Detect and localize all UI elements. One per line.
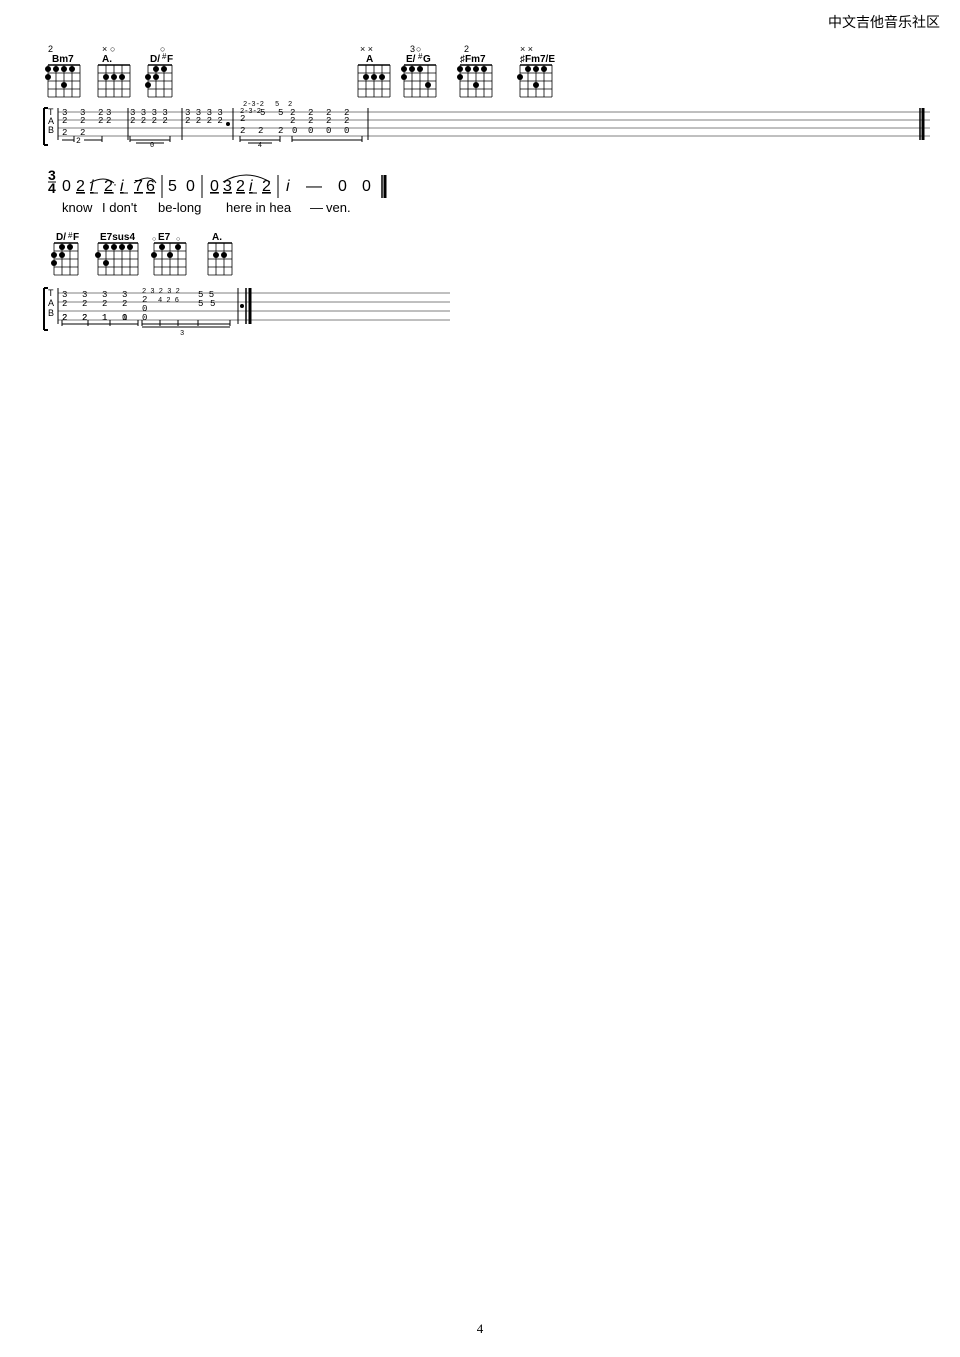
svg-text:○: ○	[176, 236, 180, 243]
svg-text:5: 5	[168, 178, 177, 195]
svg-text:2: 2	[240, 126, 245, 136]
svg-text:E7sus4: E7sus4	[100, 232, 135, 243]
svg-text:F: F	[167, 54, 173, 65]
svg-text:5: 5	[275, 101, 279, 109]
svg-text:5: 5	[198, 299, 203, 309]
svg-text:3: 3	[180, 330, 184, 338]
svg-text:○: ○	[110, 44, 115, 54]
svg-text:2: 2	[122, 299, 127, 309]
svg-text:A: A	[366, 54, 373, 65]
svg-text:2: 2	[80, 116, 85, 126]
svg-text:4: 4	[48, 180, 56, 196]
svg-text:2 2 2 2: 2 2 2 2	[185, 116, 223, 126]
svg-text:i: i	[120, 178, 124, 195]
svg-text:—: —	[310, 200, 323, 215]
svg-text:○: ○	[152, 236, 156, 243]
svg-text:B: B	[48, 125, 54, 135]
svg-text:·: ·	[113, 177, 117, 191]
svg-text:5: 5	[278, 108, 283, 118]
svg-text:× ×: × ×	[360, 44, 373, 54]
page-number-text: 4	[477, 1321, 484, 1336]
svg-text:—: —	[306, 178, 322, 195]
svg-text:0: 0	[210, 178, 219, 195]
svg-text:E/: E/	[406, 54, 416, 65]
svg-text:A: A	[48, 298, 54, 308]
svg-text:2 2 2 2: 2 2 2 2	[130, 116, 168, 126]
svg-text:i: i	[249, 178, 253, 195]
score-svg: 2 Bm7 × ○ A.	[30, 40, 930, 500]
svg-text:i: i	[286, 178, 290, 195]
svg-text:2: 2	[236, 178, 245, 195]
svg-text:0: 0	[308, 126, 313, 136]
svg-text:2: 2	[82, 313, 87, 323]
svg-text:2: 2	[106, 116, 111, 126]
svg-text:B: B	[48, 308, 54, 318]
svg-text:2: 2	[288, 101, 292, 109]
svg-text:0: 0	[62, 178, 71, 195]
svg-text:2: 2	[62, 313, 67, 323]
music-content: 2 Bm7 × ○ A.	[30, 40, 930, 500]
svg-text:2: 2	[62, 299, 67, 309]
svg-text:2: 2	[240, 114, 245, 124]
svg-text:0: 0	[142, 313, 147, 323]
svg-text:0: 0	[338, 178, 347, 195]
svg-text:2: 2	[76, 137, 81, 146]
svg-text:E7: E7	[158, 232, 171, 243]
svg-text:0: 0	[186, 178, 195, 195]
svg-text:be-long: be-long	[158, 200, 201, 215]
svg-text:0: 0	[344, 126, 349, 136]
svg-text:0: 0	[292, 126, 297, 136]
svg-text:A.: A.	[102, 54, 112, 65]
svg-text:2: 2	[326, 116, 331, 126]
svg-text:T: T	[48, 288, 54, 298]
svg-text:D/: D/	[150, 54, 160, 65]
svg-text:2 3 2 3 2: 2 3 2 3 2	[142, 288, 180, 296]
svg-text:0: 0	[326, 126, 331, 136]
svg-text:0: 0	[362, 178, 371, 195]
svg-text:3: 3	[223, 178, 232, 195]
svg-text:×: ×	[102, 44, 107, 54]
svg-text:2: 2	[48, 44, 53, 54]
svg-text:here in hea: here in hea	[226, 200, 292, 215]
svg-text:2: 2	[98, 116, 103, 126]
svg-text:A.: A.	[212, 232, 222, 243]
svg-text:D/: D/	[56, 232, 66, 243]
svg-text:2-3-2: 2-3-2	[243, 101, 264, 109]
svg-text:2: 2	[76, 178, 85, 195]
svg-text:2: 2	[308, 116, 313, 126]
svg-text:2: 2	[82, 299, 87, 309]
svg-text:2: 2	[278, 126, 283, 136]
svg-text:2: 2	[102, 299, 107, 309]
svg-text:5: 5	[260, 108, 265, 118]
svg-text:4 2 6: 4 2 6	[158, 297, 179, 305]
svg-text:Bm7: Bm7	[52, 54, 74, 65]
svg-text:× ×: × ×	[520, 44, 533, 54]
page-header: 中文吉他音乐社区	[828, 12, 940, 32]
svg-text:i: i	[90, 178, 94, 195]
site-name: 中文吉他音乐社区	[828, 16, 940, 31]
page-number: 4	[477, 1321, 484, 1337]
svg-text:ven.: ven.	[326, 200, 351, 215]
svg-text:2: 2	[104, 178, 113, 195]
svg-text:2: 2	[464, 44, 469, 54]
svg-text:1: 1	[102, 313, 107, 323]
svg-text:know: know	[62, 200, 93, 215]
svg-text:♯Fm7/E: ♯Fm7/E	[520, 54, 555, 65]
svg-text:2: 2	[344, 116, 349, 126]
svg-text:2: 2	[258, 126, 263, 136]
svg-text:G: G	[423, 54, 431, 65]
svg-text:3: 3	[410, 44, 415, 54]
svg-text:2: 2	[62, 128, 67, 138]
svg-text:I don't: I don't	[102, 200, 137, 215]
svg-text:2: 2	[290, 116, 295, 126]
svg-text:F: F	[73, 232, 79, 243]
svg-text:5: 5	[210, 299, 215, 309]
svg-text:2: 2	[62, 116, 67, 126]
svg-text:0: 0	[122, 313, 127, 323]
svg-text:♯Fm7: ♯Fm7	[460, 54, 486, 65]
